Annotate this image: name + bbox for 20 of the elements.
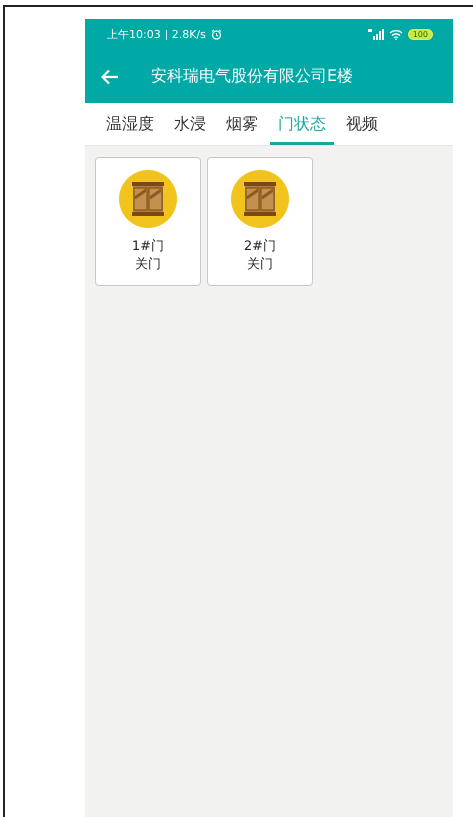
battery-indicator: 100	[408, 29, 433, 40]
door-status: 关门	[247, 256, 273, 274]
network-speed: 2.8K/s	[172, 28, 206, 41]
cabinet-icon	[231, 170, 289, 228]
door-card[interactable]: 2#门 关门	[207, 157, 313, 286]
page-title: 安科瑞电气股份有限公司E楼	[151, 66, 354, 87]
tab[interactable]: 水浸	[166, 103, 214, 145]
cabinet-icon	[119, 170, 177, 228]
status-time: 上午10:03	[107, 27, 161, 42]
signal-icon	[368, 29, 384, 40]
alarm-clock-icon	[210, 29, 222, 40]
tab[interactable]: 温湿度	[98, 103, 162, 145]
door-card[interactable]: 1#门 关门	[95, 157, 201, 286]
door-name: 2#门	[244, 238, 276, 256]
tab[interactable]: 烟雾	[218, 103, 266, 145]
back-arrow-icon[interactable]	[101, 68, 119, 84]
tab[interactable]: 视频	[338, 103, 386, 145]
door-status: 关门	[135, 256, 161, 274]
wifi-icon	[388, 29, 403, 40]
door-name: 1#门	[132, 238, 164, 256]
